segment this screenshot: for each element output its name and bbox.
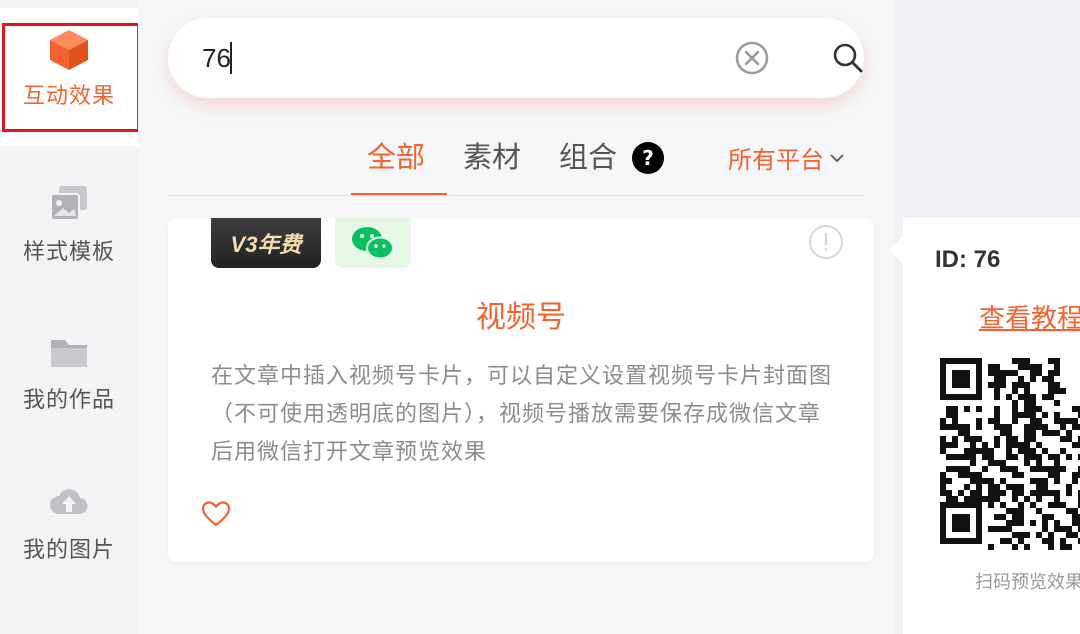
qr-code — [940, 358, 1080, 550]
sidebar-item-label: 我的作品 — [22, 388, 115, 413]
tab-combination[interactable]: 组合 — [559, 134, 617, 176]
tab-material[interactable]: 素材 — [463, 134, 521, 176]
sidebar: 互动效果 样式模板 我的作品 我的图片 — [0, 0, 140, 634]
cloud-upload-icon — [47, 480, 91, 524]
search-icon[interactable] — [830, 40, 866, 76]
sidebar-item-style-templates[interactable]: 样式模板 — [0, 182, 138, 266]
main-panel: 全部 素材 组合 ? 所有平台 V3年费 — [138, 0, 894, 634]
effect-card[interactable]: V3年费 视频号 在文章中插入视频号卡片，可以自定义设置视频号卡片封面图（不可使… — [168, 218, 874, 562]
help-icon[interactable]: ? — [632, 142, 664, 174]
card-title: 视频号 — [476, 300, 566, 335]
v3-annual-badge: V3年费 — [211, 218, 321, 268]
platform-filter-label: 所有平台 — [728, 146, 824, 174]
template-icon — [47, 182, 91, 226]
effect-id: ID: 76 — [935, 246, 1001, 273]
category-tabs: 全部 素材 组合 ? 所有平台 — [138, 130, 894, 198]
search-input[interactable] — [202, 38, 722, 78]
folder-icon — [47, 330, 91, 374]
info-icon[interactable] — [808, 224, 844, 260]
popover-arrow — [889, 236, 903, 264]
scan-preview-caption: 扫码预览效果 — [975, 572, 1080, 593]
sidebar-item-interactive-effects[interactable]: 互动效果 — [0, 8, 138, 146]
tab-all[interactable]: 全部 — [367, 134, 425, 176]
sidebar-item-label: 我的图片 — [22, 538, 115, 563]
clear-icon[interactable] — [734, 40, 770, 76]
chevron-down-icon — [830, 153, 844, 162]
tutorial-link[interactable]: 查看教程 — [979, 298, 1080, 335]
tabs-divider — [168, 195, 864, 196]
sidebar-item-label: 样式模板 — [22, 240, 115, 265]
platform-filter-dropdown[interactable]: 所有平台 — [728, 140, 846, 175]
sidebar-item-my-works[interactable]: 我的作品 — [0, 330, 138, 414]
cube-icon — [47, 28, 91, 72]
sidebar-item-my-images[interactable]: 我的图片 — [0, 480, 138, 564]
card-description: 在文章中插入视频号卡片，可以自定义设置视频号卡片封面图（不可使用透明底的图片），… — [211, 364, 833, 465]
sidebar-item-label: 互动效果 — [22, 84, 115, 109]
heart-icon[interactable] — [200, 498, 232, 530]
wechat-icon — [335, 218, 411, 268]
search-bar — [168, 18, 864, 98]
text-caret — [230, 42, 232, 74]
preview-popover: ID: 76 查看教程 扫码预览效果 — [889, 218, 1080, 634]
